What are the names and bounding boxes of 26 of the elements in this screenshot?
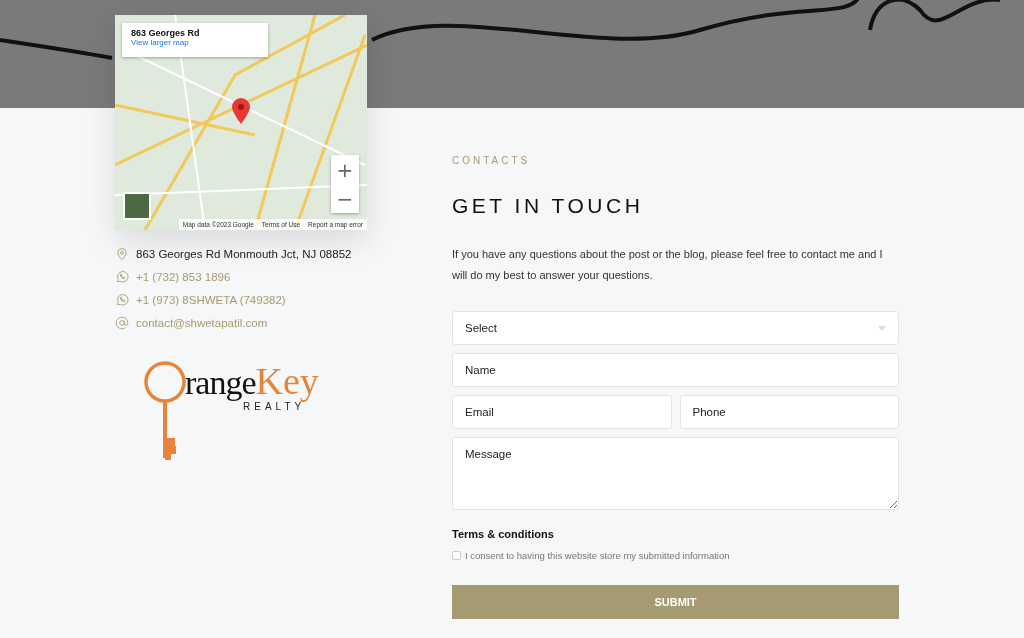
location-pin-icon xyxy=(115,247,129,261)
section-heading: GET IN TOUCH xyxy=(452,194,645,218)
address-text: 863 Georges Rd Monmouth Jct, NJ 08852 xyxy=(136,248,352,260)
at-sign-icon xyxy=(115,316,129,330)
consent-checkbox[interactable] xyxy=(452,551,461,560)
section-eyebrow: CONTACTS xyxy=(452,155,532,166)
phone-field[interactable]: Phone xyxy=(679,395,899,429)
larger-map-link[interactable]: View larger map xyxy=(131,38,259,47)
email-field[interactable]: Email xyxy=(452,395,672,429)
message-field[interactable]: Message xyxy=(452,437,899,510)
logo-text: Key xyxy=(255,362,319,400)
select-dropdown[interactable]: Select xyxy=(452,311,899,345)
terms-title: Terms & conditions xyxy=(452,528,555,540)
intro-text: If you have any questions about the post or the blog, please feel free to contact me and I will do my best to answer your questions. xyxy=(452,247,884,283)
logo-text: range xyxy=(185,366,256,400)
phone-icon xyxy=(115,270,129,284)
name-field[interactable]: Name xyxy=(452,353,899,387)
zoom-in-button[interactable]: + xyxy=(331,155,359,184)
caret-icon xyxy=(878,325,886,331)
logo-tagline: REALTY xyxy=(243,402,306,412)
place-title: 863 Georges Rd xyxy=(131,28,201,38)
consent-label: I consent to having this website store my submitted information xyxy=(465,550,730,561)
satellite-thumbnail[interactable] xyxy=(123,192,151,220)
phone-icon xyxy=(115,293,129,307)
zoom-out-button[interactable]: − xyxy=(331,184,359,213)
map-pin-icon xyxy=(232,98,250,124)
